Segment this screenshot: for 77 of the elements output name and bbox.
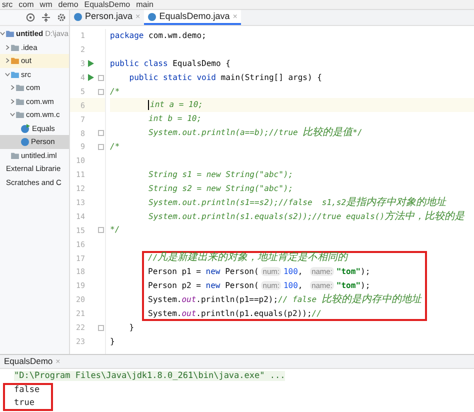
- chevron-down-icon[interactable]: [10, 112, 15, 118]
- chevron-right-icon[interactable]: [10, 98, 15, 104]
- code-comment: String s2 = new String("abc");: [148, 184, 294, 193]
- keyword: new: [206, 281, 220, 290]
- code-comment: // false: [278, 294, 318, 304]
- text-cursor: [148, 100, 149, 110]
- chevron-right-icon[interactable]: [5, 58, 10, 64]
- breadcrumb-item[interactable]: demo: [58, 0, 78, 8]
- breadcrumb-item[interactable]: com: [18, 0, 34, 8]
- target-icon[interactable]: [26, 13, 35, 22]
- code-text: );: [360, 281, 370, 290]
- runnable-class-icon: [21, 124, 30, 133]
- keyword: package: [110, 31, 144, 40]
- class-icon: [21, 138, 29, 146]
- code-comment: //: [148, 253, 158, 262]
- editor-tab[interactable]: EqualsDemo.java ×: [144, 10, 242, 25]
- keyword: new: [206, 267, 220, 276]
- code-comment: */: [110, 225, 120, 234]
- code-comment: 是指内存中对象的地址: [346, 196, 446, 208]
- code-text: ,: [298, 267, 304, 276]
- collapse-icon[interactable]: [42, 13, 50, 22]
- chevron-right-icon[interactable]: [10, 85, 15, 90]
- code-text: Person(: [224, 267, 259, 276]
- number-literal: 100: [283, 281, 298, 290]
- code-comment: 方法中，比较的是: [384, 210, 465, 222]
- code-text: ,: [298, 281, 304, 290]
- breadcrumb-item[interactable]: wm: [40, 0, 52, 8]
- code-text: EqualsDemo {: [172, 58, 230, 68]
- code-comment: 比较的是值: [302, 127, 353, 138]
- keyword: public static void: [128, 72, 216, 82]
- code-comment: */: [352, 128, 362, 138]
- string-literal: "tom": [336, 281, 361, 290]
- run-tab[interactable]: EqualsDemo ×: [4, 355, 60, 368]
- settings-icon[interactable]: [57, 13, 66, 22]
- code-comment: //: [312, 308, 322, 318]
- code-text: Person p1 =: [148, 267, 202, 276]
- code-text: Person(: [224, 281, 259, 290]
- code-text: Person p2 =: [148, 281, 202, 290]
- chevron-down-icon[interactable]: [5, 72, 10, 77]
- code-text: }: [128, 322, 134, 332]
- code-text: }: [110, 336, 115, 346]
- folder-icon: [11, 152, 19, 159]
- code-comment: System.out.println(a==b);//true: [148, 128, 299, 138]
- number-literal: 100: [283, 267, 298, 276]
- class-icon: [148, 12, 156, 20]
- code-comment: int a = 10;: [150, 100, 203, 110]
- keyword: public class: [110, 58, 168, 68]
- code-text: System.: [148, 308, 182, 318]
- code-comment: 比较的是内存中的地址: [321, 294, 422, 305]
- code-comment: 凡是新建出来的对象，地址肯定是不相同的: [158, 252, 348, 264]
- console-output: true: [14, 397, 34, 410]
- chevron-down-icon[interactable]: [0, 31, 5, 36]
- breadcrumb-item[interactable]: src: [2, 0, 13, 8]
- run-icon[interactable]: [88, 60, 94, 68]
- breadcrumb-item[interactable]: main: [136, 0, 154, 8]
- code-text: com.wm.demo;: [148, 31, 206, 40]
- code-text: .println(p1==p2);: [196, 294, 278, 304]
- code-comment: System.out.println(s1==s2);//false s1,s2: [148, 198, 346, 207]
- breadcrumb-item[interactable]: EqualsDemo: [84, 0, 130, 8]
- console-output: false: [14, 384, 40, 397]
- class-icon: [74, 12, 82, 20]
- code-comment: /*: [110, 86, 120, 96]
- code-comment: System.out.println(s1.equals(s2));//true equals(): [148, 212, 385, 221]
- code-comment: int b = 10;: [148, 114, 202, 124]
- code-text: main(String[] args) {: [220, 72, 322, 82]
- editor-tab[interactable]: Person.java ×: [70, 10, 144, 25]
- code-comment: String s1 = new String("abc");: [148, 170, 294, 179]
- chevron-right-icon[interactable]: [5, 44, 10, 50]
- code-text: .println(p1.equals(p2));: [196, 308, 312, 318]
- console-command: "D:\Program Files\Java\jdk1.8.0_261\bin\java.exe" ...: [14, 371, 286, 381]
- code-field: out: [182, 308, 196, 318]
- code-field: out: [182, 294, 196, 304]
- code-text: );: [360, 267, 370, 276]
- code-text: System.: [148, 294, 182, 304]
- run-icon[interactable]: [88, 74, 94, 82]
- string-literal: "tom": [336, 267, 361, 276]
- code-comment: /*: [110, 142, 120, 152]
